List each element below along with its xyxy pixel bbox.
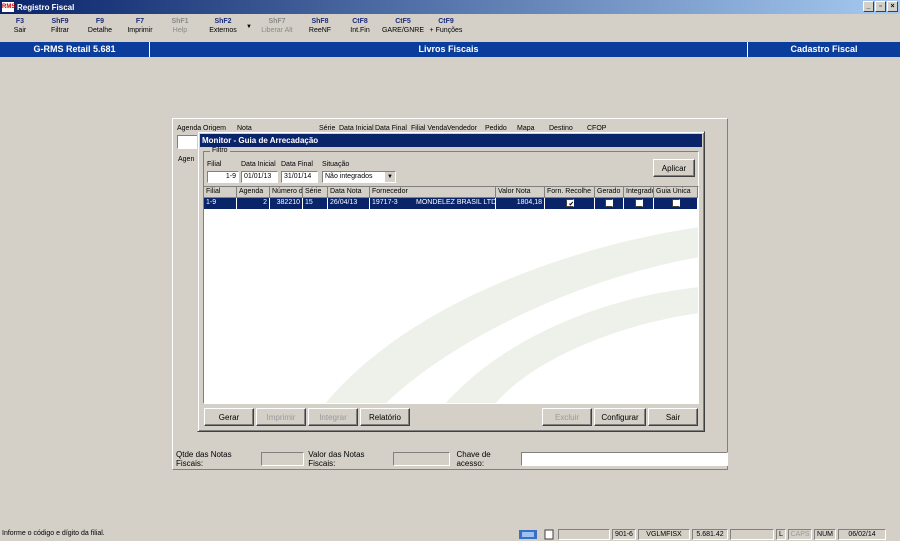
status-panel-blank (730, 529, 774, 540)
status-message: Informe o código e dígito da filial. (2, 530, 105, 537)
chevron-down-icon[interactable]: ▼ (385, 172, 395, 182)
integrar-button[interactable]: Integrar (308, 408, 358, 426)
module-header: G-RMS Retail 5.681 Livros Fiscais Cadast… (0, 42, 900, 57)
guia-unica-checkbox[interactable] (671, 199, 680, 207)
col-data-nota[interactable]: Data Nota (328, 187, 370, 198)
title-bar: RMS Registro Fiscal _ ▫ × (0, 0, 900, 14)
col-numero[interactable]: Número di (270, 187, 303, 198)
col-filial[interactable]: Filial (204, 187, 237, 198)
chave-acesso-input[interactable] (521, 452, 729, 466)
aplicar-button[interactable]: Aplicar (653, 159, 695, 177)
situacao-label: Situação (322, 161, 350, 168)
toolbar-help-button[interactable]: ShF1 Help (160, 14, 200, 42)
gerado-checkbox[interactable] (605, 199, 613, 207)
filter-group: Filtro Filial 1-9 Data Inicial 01/01/13 … (203, 147, 699, 187)
dialog-title: Monitor - Guia de Arrecadação (200, 134, 702, 147)
status-caps: CAPS (788, 529, 812, 540)
filial-input[interactable]: 1-9 (207, 171, 239, 183)
data-final-input[interactable]: 31/01/14 (281, 171, 318, 183)
filter-legend: Filtro (210, 147, 230, 154)
data-final-label: Data Final (281, 161, 313, 168)
restore-button[interactable]: ▫ (875, 1, 886, 12)
toolbar-int-fin-button[interactable]: CtF8 Int.Fin (340, 14, 380, 42)
status-panel-code: 901-6 (612, 529, 636, 540)
toolbar-sair-button[interactable]: F3 Sair (0, 14, 40, 42)
monitor-guia-dialog: Monitor - Guia de Arrecadação Filtro Fil… (197, 131, 705, 432)
totals-bar: Qtde das Notas Fiscais: Valor das Notas … (172, 448, 729, 470)
integrado-checkbox[interactable] (634, 199, 643, 207)
toolbar-externos-button[interactable]: ShF2 Externos (200, 14, 246, 42)
grid-header: Filial Agenda Número di Série Data Nota … (204, 187, 698, 198)
toolbar-liberar-alt-button[interactable]: ShF7 Liberar Alt (254, 14, 300, 42)
status-bar: Informe o código e dígito da filial. 901… (0, 528, 900, 541)
status-panel-l: L (776, 529, 786, 540)
status-num: NUM (814, 529, 836, 540)
valor-field (393, 452, 451, 466)
col-gerado[interactable]: Gerado (595, 187, 624, 198)
header-product: G-RMS Retail 5.681 (0, 42, 150, 57)
watermark-swoosh-icon (325, 227, 698, 403)
status-panel-version: 5.681.42 (692, 529, 728, 540)
excluir-button[interactable]: Excluir (542, 408, 592, 426)
gerar-button[interactable]: Gerar (204, 408, 254, 426)
status-panel-empty (558, 529, 610, 540)
qtde-field (260, 452, 305, 466)
col-fornecedor[interactable]: Fornecedor (370, 187, 414, 198)
toolbar-mais-funcoes-button[interactable]: CtF9 + Funções (426, 14, 466, 42)
status-date: 06/02/14 (838, 529, 886, 540)
sair-button[interactable]: Sair (648, 408, 698, 426)
chave-label: Chave de acesso: (456, 450, 491, 468)
header-module: Livros Fiscais (150, 42, 748, 57)
qtde-label: Qtde das Notas Fiscais: (176, 450, 232, 468)
background-side-label: Agen (178, 156, 195, 163)
relatorio-button[interactable]: Relatório (360, 408, 410, 426)
col-guia-unica[interactable]: Guia Única (654, 187, 698, 198)
close-button[interactable]: × (887, 1, 898, 12)
imprimir-button[interactable]: Imprimir (256, 408, 306, 426)
minimize-button[interactable]: _ (863, 1, 874, 12)
toolbar-reenf-button[interactable]: ShF8 ReeNF (300, 14, 340, 42)
header-screen: Cadastro Fiscal (790, 44, 858, 54)
toolbar-detalhe-button[interactable]: F9 Detalhe (80, 14, 120, 42)
toolbar-gare-gnre-button[interactable]: CtF5 GARE/GNRE (380, 14, 426, 42)
background-agenda-input[interactable] (177, 135, 199, 149)
situacao-select[interactable]: Não integrados ▼ (322, 171, 396, 183)
status-panel-program: VGLMFISX (638, 529, 690, 540)
filial-label: Filial (207, 161, 222, 168)
data-inicial-input[interactable]: 01/01/13 (241, 171, 278, 183)
col-fornecedor-nome[interactable] (414, 187, 496, 198)
col-forn-recolhe[interactable]: Forn. Recolhe (545, 187, 595, 198)
configurar-button[interactable]: Configurar (594, 408, 646, 426)
function-toolbar: F3 Sair ShF9 Filtrar F9 Detalhe F7 Imprimir … (0, 14, 900, 42)
valor-label: Valor das Notas Fiscais: (308, 450, 365, 468)
col-serie[interactable]: Série (303, 187, 328, 198)
forn-recolhe-checkbox[interactable]: ✔ (565, 199, 574, 207)
guia-grid: Filial Agenda Número di Série Data Nota … (203, 186, 699, 404)
col-valor-nota[interactable]: Valor Nota (496, 187, 545, 198)
col-integrado[interactable]: Integrado (624, 187, 654, 198)
dropdown-arrow-icon[interactable]: ▼ (246, 14, 254, 42)
table-row[interactable]: 1-9 2 382210 15 26/04/13 19717-3 MONDELE… (204, 198, 698, 209)
window-title: Registro Fiscal (17, 2, 75, 12)
rms-logo-icon: RMS (2, 2, 16, 12)
toolbar-filtrar-button[interactable]: ShF9 Filtrar (40, 14, 80, 42)
data-inicial-label: Data Inicial (241, 161, 276, 168)
clipboard-icon (543, 529, 555, 540)
network-icon (516, 529, 540, 540)
col-agenda[interactable]: Agenda (237, 187, 270, 198)
toolbar-imprimir-button[interactable]: F7 Imprimir (120, 14, 160, 42)
